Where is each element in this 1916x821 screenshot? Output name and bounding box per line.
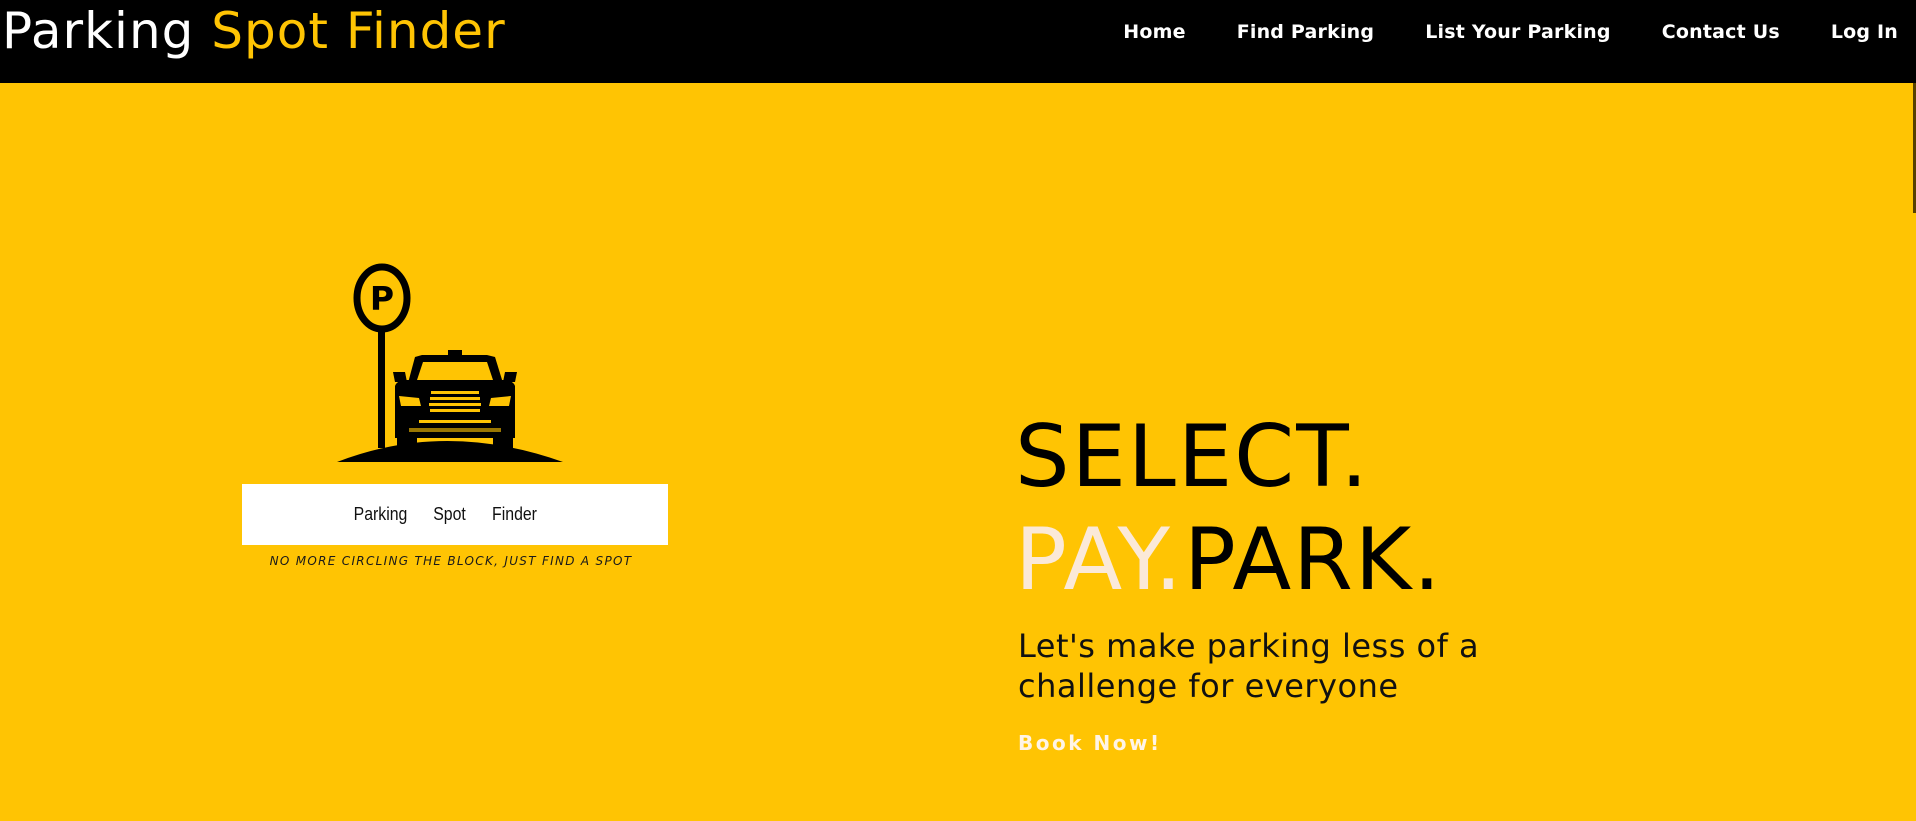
car-windshield — [417, 362, 493, 380]
hero-pay-word: PAY. — [1015, 510, 1184, 610]
nav-find-parking-link[interactable]: Find Parking — [1237, 21, 1375, 43]
page-scrollbar[interactable] — [1912, 83, 1916, 821]
book-now-button[interactable]: Book Now! — [1018, 731, 1162, 755]
main-nav: Home Find Parking List Your Parking Cont… — [1123, 0, 1916, 64]
parking-sign-pole — [378, 328, 385, 448]
nav-list-parking-link[interactable]: List Your Parking — [1425, 21, 1611, 43]
logo-tagline: NO MORE CIRCLING THE BLOCK, JUST FIND A … — [269, 554, 633, 568]
parking-car-logo-icon: P — [337, 263, 563, 462]
nav-contact-link[interactable]: Contact Us — [1662, 21, 1780, 43]
logo-word-finder: Finder — [491, 504, 537, 524]
hero-select-heading: SELECT. — [1015, 407, 1370, 507]
hero-pay-park-heading: PAY.PARK. — [1015, 510, 1443, 610]
logo-word-spot: Spot — [433, 504, 467, 524]
hero-subheading: Let's make parking less of a challenge f… — [1018, 627, 1480, 705]
site-brand[interactable]: Parking Spot Finder — [2, 0, 506, 62]
logo-word-parking: Parking — [354, 504, 408, 524]
brand-word-parking: Parking — [2, 2, 195, 60]
top-navbar: Parking Spot Finder Home Find Parking Li… — [0, 0, 1916, 83]
nav-login-link[interactable]: Log In — [1831, 21, 1898, 43]
brand-word-spot-finder: Spot Finder — [211, 2, 506, 60]
car-mirror — [448, 350, 462, 355]
nav-home-link[interactable]: Home — [1123, 21, 1185, 43]
hero-park-word: PARK. — [1183, 510, 1443, 610]
ground-mound — [337, 441, 563, 462]
logo-wordmark-box: Parking Spot Finder — [242, 484, 668, 545]
parking-sign-letter: P — [370, 279, 394, 318]
